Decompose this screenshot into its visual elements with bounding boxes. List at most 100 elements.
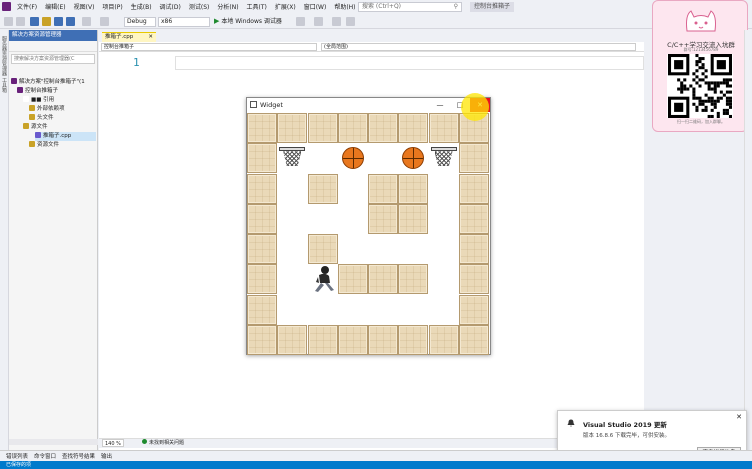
navigation-bar: 控制台推箱子 (全局范围) [99,42,644,52]
zoom-select[interactable]: 140 % [102,439,124,447]
close-tab-icon[interactable]: ✕ [148,33,153,42]
wall-tile [247,294,277,325]
tab-error-list[interactable]: 错误列表 [6,452,28,460]
tree-node-icon [29,114,35,120]
project-scope-select[interactable]: 控制台推箱子 [101,43,317,51]
tree-item[interactable]: 外部依赖项 [29,105,96,114]
wall-tile [247,113,277,143]
menu-debug[interactable]: 调试(D) [156,2,185,11]
wall-tile [458,203,489,234]
issues-indicator[interactable]: 未找到相关问题 [142,439,184,447]
game-board [247,113,490,355]
wall-tile [458,173,489,204]
configuration-select[interactable]: Debug [124,17,156,27]
tree-node-icon [23,123,29,129]
menu-edit[interactable]: 编辑(E) [41,2,69,11]
wall-tile [277,113,308,143]
server-explorer-tab[interactable]: 服务器资源管理器 工具箱 [1,36,8,93]
menu-help[interactable]: 帮助(H) [330,2,359,11]
tab-main-cpp[interactable]: 推箱子.cpp ✕ [102,32,156,42]
redo-icon[interactable] [100,17,109,26]
tab-command-window[interactable]: 命令窗口 [34,452,56,460]
start-debugging-button[interactable]: ▶ 本地 Windows 调试器 [214,16,282,27]
platform-value: x86 [161,18,173,25]
menu-test[interactable]: 测试(S) [185,2,214,11]
tree-node-icon [29,141,35,147]
wall-tile [458,234,489,264]
tree-item[interactable]: 资源文件 [29,141,96,150]
tree-item[interactable]: 控制台推箱子 [17,87,96,96]
tree-item[interactable]: 源文件 [23,123,96,132]
tree-item-label: 解决方案"控制台推箱子"(1 [19,79,85,85]
wall-tile [398,324,429,355]
wall-tile [428,324,459,355]
tree-item[interactable]: 解决方案"控制台推箱子"(1 [11,78,96,87]
menu-tools[interactable]: 工具(T) [243,2,271,11]
menu-build[interactable]: 生成(B) [127,2,156,11]
menu-file[interactable]: 文件(F) [13,2,41,11]
widget-title-bar[interactable]: Widget — □ ✕ [247,98,490,112]
wall-tile [247,173,277,204]
wall-tile [398,173,429,204]
toolbar-extra-icon-2[interactable] [314,17,323,26]
menu-window[interactable]: 窗口(W) [300,2,331,11]
configuration-value: Debug [127,18,147,25]
wall-tile [247,264,277,295]
horizontal-scrollbar[interactable] [9,439,98,445]
wall-tile [337,324,368,355]
wall-tile [337,264,368,295]
tab-find-symbol-results[interactable]: 查找符号结果 [62,452,95,460]
wall-tile [247,234,277,264]
menu-view[interactable]: 视图(V) [70,2,99,11]
wall-tile [428,113,459,143]
tree-node-icon [29,105,35,111]
back-icon[interactable] [4,17,13,26]
tree-item[interactable]: 推箱子.cpp [35,132,96,141]
qr-subtitle: 群号:1213456789 [683,47,719,52]
wall-tile [368,203,398,234]
tree-item-label: 推箱子.cpp [43,133,72,139]
menu-project[interactable]: 项目(P) [98,2,126,11]
right-tool-strip [744,30,752,450]
tree-item[interactable]: 头文件 [29,114,96,123]
tree-item[interactable]: ■■ 引用 [23,96,96,105]
tree-node-icon [35,132,41,138]
solution-explorer-search[interactable]: 搜索解决方案资源管理器(C [11,54,95,64]
search-input[interactable]: 搜索 (Ctrl+Q) ⚲ [358,2,462,12]
tree-node-icon [23,96,29,102]
forward-icon[interactable] [16,17,25,26]
current-line[interactable] [175,56,644,70]
wall-tile [458,143,489,174]
save-all-icon[interactable] [66,17,75,26]
search-placeholder: 搜索 (Ctrl+Q) [362,3,402,10]
wall-tile [247,324,277,355]
menu-extensions[interactable]: 扩展(X) [271,2,300,11]
server-explorer-strip: 服务器资源管理器 工具箱 [0,30,9,450]
global-scope-select[interactable]: (全局范围) [321,43,636,51]
undo-icon[interactable] [82,17,91,26]
minimize-button[interactable]: — [430,98,450,112]
platform-select[interactable]: x86 [158,17,210,27]
close-icon[interactable]: ✕ [736,413,742,421]
toolbar-extra-icon[interactable] [296,17,305,26]
save-icon[interactable] [54,17,63,26]
visual-studio-logo-icon [0,0,13,13]
wall-tile [458,264,489,295]
uncomment-icon[interactable] [346,17,355,26]
wall-tile [368,173,398,204]
comment-icon[interactable] [332,17,341,26]
wall-tile [247,203,277,234]
wall-tile [398,203,429,234]
run-label: 本地 Windows 调试器 [221,18,282,25]
status-bar: 已保存的项 [0,461,752,469]
wall-tile [307,234,338,264]
wall-tile [307,113,338,143]
wall-tile [277,324,308,355]
open-file-icon[interactable] [42,17,51,26]
menu-analyze[interactable]: 分析(N) [213,2,242,11]
widget-window[interactable]: Widget — □ ✕ [246,97,491,355]
cursor-highlight [461,93,489,121]
new-project-icon[interactable] [30,17,39,26]
wall-tile [337,113,368,143]
tab-output[interactable]: 输出 [101,452,112,460]
